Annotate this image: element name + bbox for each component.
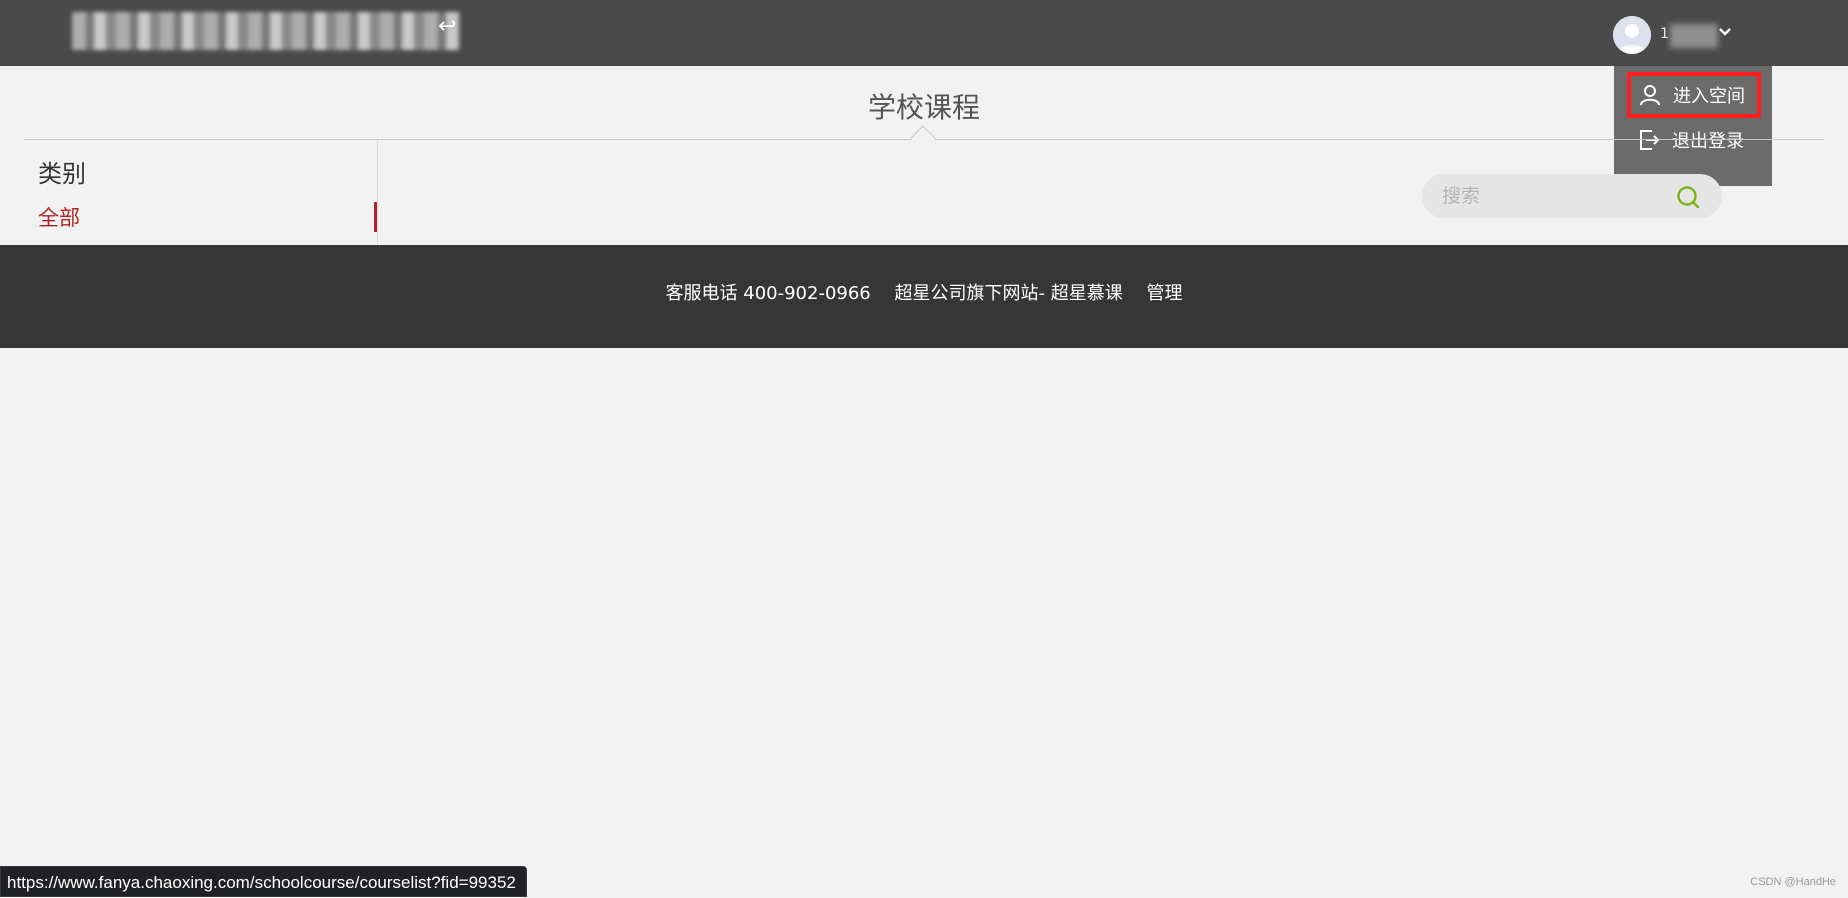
- username-text: 1: [1660, 26, 1669, 42]
- footer-site-link[interactable]: 超星公司旗下网站- 超星慕课: [895, 283, 1123, 304]
- search-box: [1422, 174, 1722, 218]
- avatar[interactable]: [1613, 16, 1651, 54]
- footer-admin-link[interactable]: 管理: [1146, 283, 1182, 304]
- footer-hotline: 客服电话 400-902-0966: [665, 283, 871, 304]
- user-dropdown-menu: 进入空间 退出登录: [1614, 66, 1772, 186]
- chevron-down-icon[interactable]: [1718, 24, 1732, 43]
- category-sidebar: 类别 全部: [24, 140, 378, 245]
- page-footer: 客服电话 400-902-0966 超星公司旗下网站- 超星慕课 管理: [0, 245, 1848, 348]
- username-blurred[interactable]: 1: [1660, 24, 1718, 48]
- link-preview-status-bar: https://www.fanya.chaoxing.com/schoolcou…: [0, 866, 527, 897]
- menu-item-label: 退出登录: [1672, 131, 1744, 152]
- title-divider-notch: [910, 125, 936, 151]
- page-title: 学校课程: [867, 91, 980, 124]
- watermark: CSDN @HandHe: [1750, 876, 1836, 888]
- back-arrow-icon: ↩: [438, 14, 457, 39]
- category-item-all[interactable]: 全部: [38, 202, 80, 232]
- username-redaction: [1670, 24, 1718, 48]
- school-logo-blurred[interactable]: [72, 12, 460, 50]
- logout-icon: [1636, 127, 1662, 153]
- category-heading: 类别: [38, 160, 86, 188]
- top-header: ↩ 1: [0, 0, 1848, 66]
- active-category-indicator: [374, 202, 377, 232]
- footer-links: 客服电话 400-902-0966 超星公司旗下网站- 超星慕课 管理: [0, 279, 1848, 305]
- search-icon[interactable]: [1674, 183, 1702, 211]
- search-input[interactable]: [1440, 174, 1670, 218]
